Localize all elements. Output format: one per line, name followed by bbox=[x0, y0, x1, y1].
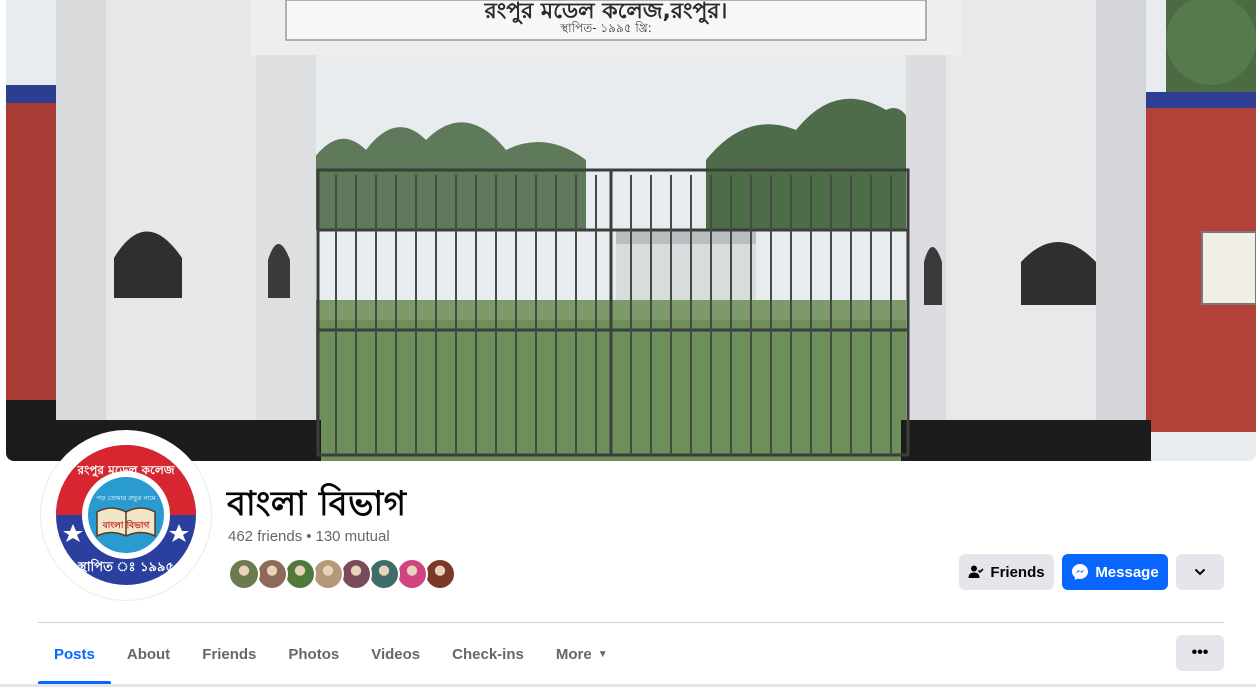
tabs-more-options-button[interactable]: ••• bbox=[1176, 635, 1224, 671]
header-divider bbox=[38, 622, 1224, 623]
mutual-count[interactable]: 130 mutual bbox=[315, 528, 389, 545]
message-button-label: Message bbox=[1095, 563, 1159, 581]
tab-about[interactable]: About bbox=[111, 624, 186, 684]
tab-label: About bbox=[126, 645, 171, 663]
caret-down-icon: ▼ bbox=[597, 648, 608, 660]
profile-options-button[interactable] bbox=[1176, 554, 1224, 590]
message-button[interactable]: Message bbox=[1062, 554, 1168, 590]
chevron-down-icon bbox=[1194, 566, 1206, 578]
messenger-icon bbox=[1071, 563, 1089, 581]
mutual-friend-avatar[interactable] bbox=[424, 558, 456, 590]
profile-picture[interactable]: রংপুর মডেল কলেজ স্থাপিত ঃ ১৯৯৫ পড় তোমার… bbox=[41, 430, 211, 600]
profile-name: বাংলা বিভাগ bbox=[227, 484, 407, 524]
tab-label: Check-ins bbox=[452, 645, 524, 663]
friend-check-icon bbox=[968, 564, 984, 580]
tab-more[interactable]: More ▼ bbox=[540, 624, 624, 684]
college-logo-icon: রংপুর মডেল কলেজ স্থাপিত ঃ ১৯৯৫ পড় তোমার… bbox=[48, 437, 204, 593]
tab-label: Photos bbox=[288, 645, 340, 663]
logo-center-text: বাংলা বিভাগ bbox=[102, 519, 151, 531]
more-dots-icon: ••• bbox=[1191, 644, 1209, 661]
friends-count[interactable]: 462 friends bbox=[228, 528, 302, 545]
mutual-friend-avatar[interactable] bbox=[256, 558, 288, 590]
friends-button-label: Friends bbox=[990, 563, 1045, 581]
tab-label: More bbox=[555, 645, 592, 663]
friends-summary[interactable]: 462 friends • 130 mutual bbox=[228, 528, 390, 545]
profile-tabs: Posts About Friends Photos Videos Check-… bbox=[38, 624, 624, 684]
mutual-friend-avatar[interactable] bbox=[368, 558, 400, 590]
tab-photos[interactable]: Photos bbox=[272, 624, 355, 684]
tab-posts[interactable]: Posts bbox=[38, 624, 111, 684]
tab-videos[interactable]: Videos bbox=[355, 624, 436, 684]
tab-check-ins[interactable]: Check-ins bbox=[436, 624, 540, 684]
mutual-friend-avatar[interactable] bbox=[312, 558, 344, 590]
mutual-friends-avatars bbox=[228, 558, 456, 590]
mutual-friend-avatar[interactable] bbox=[396, 558, 428, 590]
mutual-friend-avatar[interactable] bbox=[340, 558, 372, 590]
friends-button[interactable]: Friends bbox=[959, 554, 1054, 590]
tab-label: Posts bbox=[54, 645, 95, 663]
logo-ring-bottom-text: স্থাপিত ঃ ১৯৯৫ bbox=[77, 558, 174, 575]
logo-inner-text: পড় তোমার প্রভুর নামে bbox=[97, 494, 156, 502]
logo-ring-top-text: রংপুর মডেল কলেজ bbox=[76, 463, 175, 479]
college-gate-illustration bbox=[6, 0, 1256, 461]
cover-photo[interactable]: রংপুর মডেল কলেজ,রংপুর। স্থাপিত- ১৯৯৫ খ্র… bbox=[6, 0, 1256, 461]
mutual-friend-avatar[interactable] bbox=[228, 558, 260, 590]
gate-sign-subtitle: স্থাপিত- ১৯৯৫ খ্রি: bbox=[560, 21, 652, 35]
tab-label: Videos bbox=[371, 645, 421, 663]
tab-friends[interactable]: Friends bbox=[186, 624, 272, 684]
tab-label: Friends bbox=[202, 645, 257, 663]
meta-separator: • bbox=[306, 528, 312, 545]
mutual-friend-avatar[interactable] bbox=[284, 558, 316, 590]
